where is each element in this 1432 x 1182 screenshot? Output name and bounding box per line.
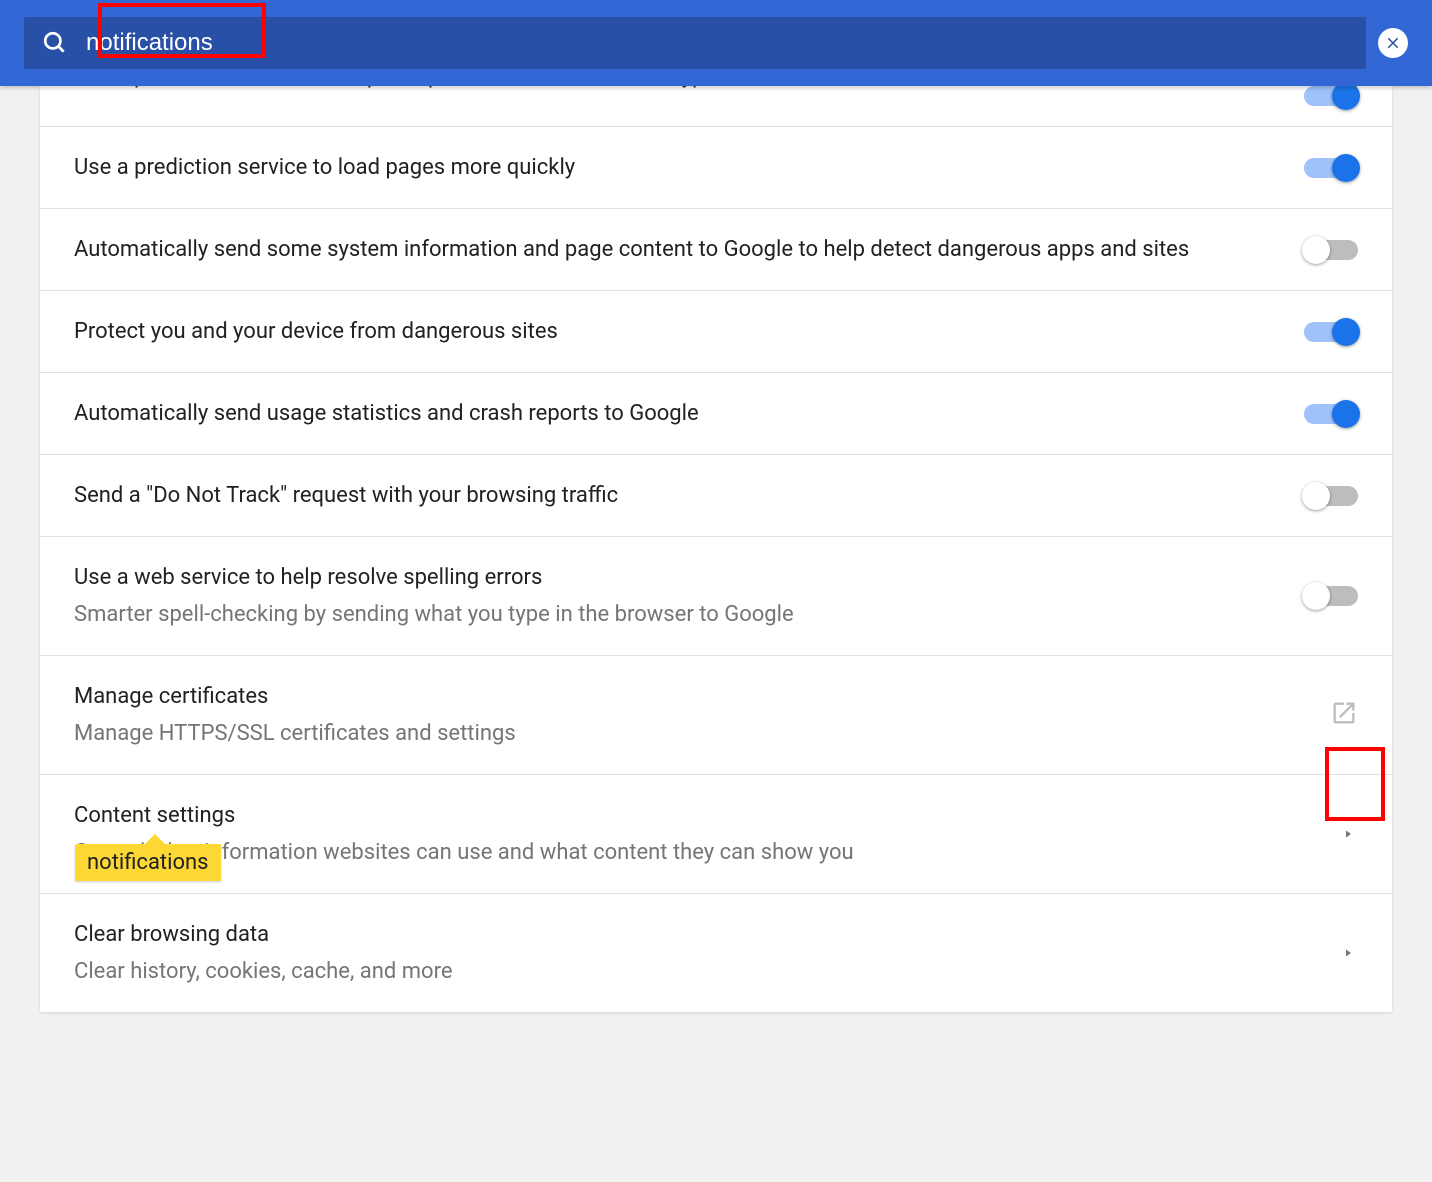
toggle-do-not-track[interactable] bbox=[1304, 486, 1358, 506]
toggle-protect-dangerous[interactable] bbox=[1304, 322, 1358, 342]
search-container bbox=[24, 17, 1366, 69]
row-title: Protect you and your device from dangero… bbox=[74, 315, 1304, 348]
row-title: Use a web service to help resolve spelli… bbox=[74, 561, 1304, 594]
settings-row-certificates[interactable]: Manage certificates Manage HTTPS/SSL cer… bbox=[40, 655, 1392, 774]
toggle-spelling[interactable] bbox=[1304, 586, 1358, 606]
header-bar bbox=[0, 0, 1432, 86]
row-title: Content settings bbox=[74, 799, 1338, 832]
external-link-icon bbox=[1330, 699, 1358, 731]
row-title: Manage certificates bbox=[74, 680, 1330, 713]
settings-panel: Use a prediction service to help complet… bbox=[40, 86, 1392, 1012]
toggle-send-system-info[interactable] bbox=[1304, 240, 1358, 260]
search-input[interactable] bbox=[86, 29, 1348, 57]
row-title: Send a "Do Not Track" request with your … bbox=[74, 479, 1304, 512]
search-tooltip: notifications bbox=[75, 844, 221, 881]
row-subtitle: Clear history, cookies, cache, and more bbox=[74, 955, 1338, 988]
close-search-button[interactable] bbox=[1378, 28, 1408, 58]
row-title: Automatically send usage statistics and … bbox=[74, 397, 1304, 430]
search-icon bbox=[42, 30, 68, 56]
settings-row-protect-dangerous[interactable]: Protect you and your device from dangero… bbox=[40, 290, 1392, 372]
row-subtitle: Manage HTTPS/SSL certificates and settin… bbox=[74, 717, 1330, 750]
row-title: Automatically send some system informati… bbox=[74, 233, 1304, 266]
row-title: Use a prediction service to load pages m… bbox=[74, 151, 1304, 184]
settings-row-prediction-search[interactable]: Use a prediction service to help complet… bbox=[40, 86, 1392, 126]
settings-row-spelling[interactable]: Use a web service to help resolve spelli… bbox=[40, 536, 1392, 655]
settings-row-clear-browsing-data[interactable]: Clear browsing data Clear history, cooki… bbox=[40, 893, 1392, 1012]
row-subtitle: Smarter spell-checking by sending what y… bbox=[74, 598, 1304, 631]
toggle-prediction-load[interactable] bbox=[1304, 158, 1358, 178]
row-title: Clear browsing data bbox=[74, 918, 1338, 951]
toggle-usage-stats[interactable] bbox=[1304, 404, 1358, 424]
settings-row-do-not-track[interactable]: Send a "Do Not Track" request with your … bbox=[40, 454, 1392, 536]
toggle-prediction-search[interactable] bbox=[1304, 86, 1358, 106]
settings-row-prediction-load[interactable]: Use a prediction service to load pages m… bbox=[40, 126, 1392, 208]
settings-row-send-system-info[interactable]: Automatically send some system informati… bbox=[40, 208, 1392, 290]
row-title: Use a prediction service to help complet… bbox=[74, 86, 1304, 93]
settings-row-usage-stats[interactable]: Automatically send usage statistics and … bbox=[40, 372, 1392, 454]
chevron-right-icon bbox=[1338, 943, 1358, 963]
chevron-right-icon bbox=[1338, 824, 1358, 844]
settings-row-content-settings[interactable]: Content settings Control what informatio… bbox=[40, 774, 1392, 893]
row-subtitle: Control what information websites can us… bbox=[74, 836, 1338, 869]
